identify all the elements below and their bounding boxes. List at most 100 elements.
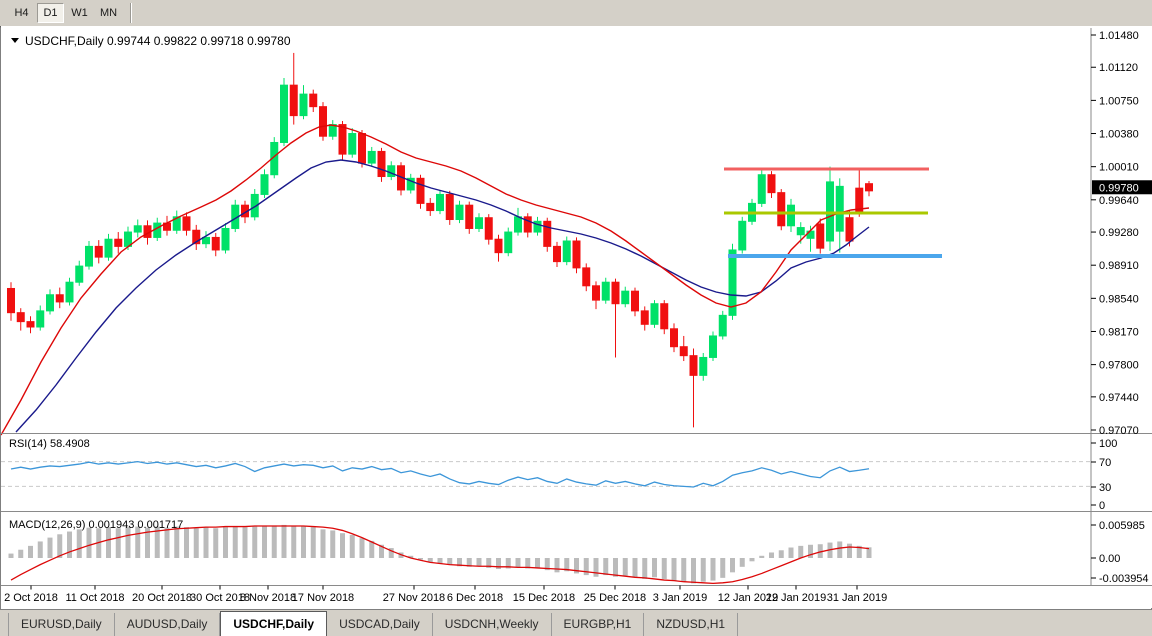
candle-bear xyxy=(680,347,687,356)
candle-bear xyxy=(359,134,366,164)
macd-histogram-bar xyxy=(194,528,199,558)
macd-histogram-bar xyxy=(691,558,696,583)
current-price-label: 0.99780 xyxy=(1099,182,1139,194)
candle-bear xyxy=(817,224,824,248)
macd-histogram-bar xyxy=(330,530,335,558)
macd-histogram-bar xyxy=(223,527,228,558)
macd-histogram-bar xyxy=(243,527,248,558)
candle-bull xyxy=(47,295,54,311)
chart-tab-eurgbp[interactable]: EURGBP,H1 xyxy=(552,613,645,636)
macd-histogram-bar xyxy=(282,525,287,558)
rsi-axis-label: 30 xyxy=(1099,482,1111,494)
price-axis-label: 0.97800 xyxy=(1099,360,1139,372)
macd-histogram-bar xyxy=(720,558,725,578)
price-axis-label: 0.97070 xyxy=(1099,425,1139,437)
candle-bear xyxy=(310,94,317,107)
macd-histogram-bar xyxy=(789,548,794,558)
candle-bull xyxy=(76,266,83,282)
candle-bear xyxy=(17,313,24,322)
price-axis-label: 1.00380 xyxy=(1099,129,1139,141)
macd-histogram-bar xyxy=(272,525,277,558)
macd-histogram-bar xyxy=(38,541,43,558)
candle-bull xyxy=(105,239,112,257)
candle-bull xyxy=(515,217,522,232)
candle-bull xyxy=(222,228,229,249)
macd-histogram-bar xyxy=(730,558,735,572)
chart-tab-eurusd[interactable]: EURUSD,Daily xyxy=(8,613,115,636)
date-axis-label: 27 Nov 2018 xyxy=(383,592,445,604)
candle-bear xyxy=(417,178,424,203)
candle-bear xyxy=(583,268,590,286)
macd-histogram-bar xyxy=(116,528,121,558)
date-axis-label: 31 Jan 2019 xyxy=(827,592,888,604)
macd-histogram-bar xyxy=(447,558,452,565)
macd-histogram-bar xyxy=(798,546,803,558)
macd-histogram-bar xyxy=(613,558,618,577)
macd-histogram-bar xyxy=(135,527,140,558)
candle-bull xyxy=(505,232,512,253)
date-axis-label: 2 Oct 2018 xyxy=(4,592,58,604)
macd-histogram-bar xyxy=(555,558,560,572)
macd-histogram-bar xyxy=(48,538,53,558)
candle-bull xyxy=(836,186,843,231)
chart-canvas[interactable]: 1.014801.011201.007501.003801.000100.996… xyxy=(1,26,1152,610)
macd-histogram-bar xyxy=(808,545,813,558)
date-axis-label: 25 Dec 2018 xyxy=(584,592,646,604)
timeframe-button-mn[interactable]: MN xyxy=(95,3,122,23)
chart-tab-audusd[interactable]: AUDUSD,Daily xyxy=(115,613,221,636)
timeframe-toolbar: H4D1W1MN xyxy=(0,0,1152,26)
toolbar-separator xyxy=(130,3,132,23)
macd-histogram-bar xyxy=(759,556,764,558)
candle-bear xyxy=(320,107,327,137)
price-axis-label: 0.98540 xyxy=(1099,293,1139,305)
chart-tab-usdcad[interactable]: USDCAD,Daily xyxy=(327,613,433,636)
macd-histogram-bar xyxy=(204,527,209,558)
macd-histogram-bar xyxy=(516,558,521,567)
timeframe-button-w1[interactable]: W1 xyxy=(66,3,93,23)
candle-bear xyxy=(466,205,473,228)
macd-histogram-bar xyxy=(9,554,14,558)
candle-bull xyxy=(651,304,658,325)
chart-tab-usdcnh[interactable]: USDCNH,Weekly xyxy=(433,613,552,636)
candle-bear xyxy=(427,203,434,210)
chart-window: 1.014801.011201.007501.003801.000100.996… xyxy=(0,26,1152,610)
macd-histogram-bar xyxy=(106,527,111,558)
timeframe-button-h4[interactable]: H4 xyxy=(8,3,35,23)
price-axis-label: 0.99280 xyxy=(1099,227,1139,239)
chart-tab-nzdusd[interactable]: NZDUSD,H1 xyxy=(644,613,738,636)
date-axis-label: 3 Jan 2019 xyxy=(653,592,707,604)
date-axis-label: 15 Dec 2018 xyxy=(513,592,575,604)
rsi-axis-label: 0 xyxy=(1099,500,1105,512)
macd-histogram-bar xyxy=(701,558,706,582)
macd-histogram-bar xyxy=(779,550,784,558)
candle-bear xyxy=(846,218,853,241)
candle-bull xyxy=(203,237,210,243)
rsi-label: RSI(14) 58.4908 xyxy=(9,438,90,450)
candle-bear xyxy=(612,282,619,303)
candle-bull xyxy=(349,134,356,155)
price-axis-label: 0.98910 xyxy=(1099,260,1139,272)
price-axis-label: 0.98170 xyxy=(1099,326,1139,338)
candle-bull xyxy=(622,291,629,304)
candle-bull xyxy=(563,241,570,262)
macd-histogram-bar xyxy=(233,526,238,558)
macd-axis-label: -0.003954 xyxy=(1099,573,1149,585)
candle-bull xyxy=(602,282,609,300)
date-axis-label: 20 Oct 2018 xyxy=(132,592,192,604)
candle-bear xyxy=(661,304,668,329)
candle-bear xyxy=(554,246,561,261)
candle-bear xyxy=(212,237,219,250)
price-axis-label: 0.97440 xyxy=(1099,392,1139,404)
candle-bull xyxy=(37,311,44,327)
rsi-axis-label: 70 xyxy=(1099,457,1111,469)
candle-bull xyxy=(437,194,444,210)
macd-histogram-bar xyxy=(360,538,365,558)
macd-histogram-bar xyxy=(847,544,852,558)
candle-bull xyxy=(281,85,288,142)
macd-histogram-bar xyxy=(535,558,540,568)
date-axis-label: 11 Oct 2018 xyxy=(65,592,124,604)
timeframe-button-d1[interactable]: D1 xyxy=(37,3,64,23)
chart-tab-usdchf[interactable]: USDCHF,Daily xyxy=(220,611,327,636)
candle-bull xyxy=(788,205,795,226)
macd-histogram-bar xyxy=(126,527,131,558)
